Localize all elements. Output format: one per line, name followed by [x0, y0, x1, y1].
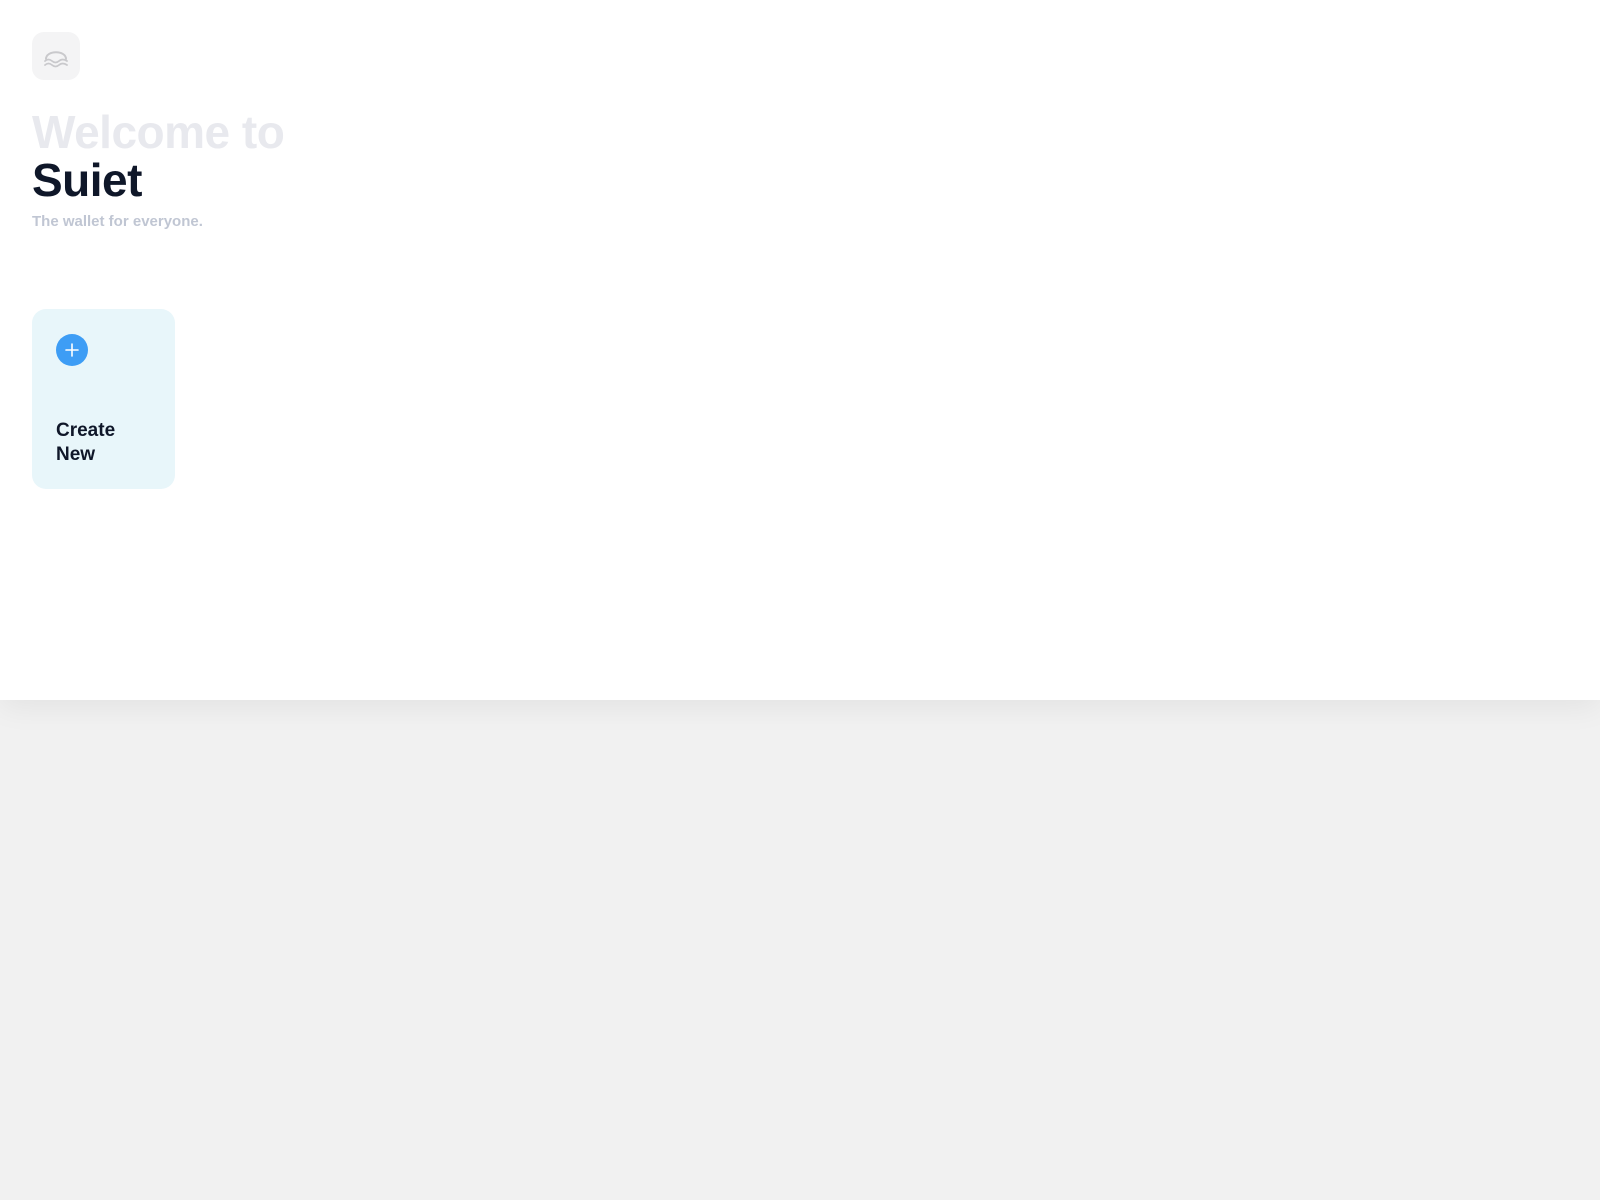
create-new-button[interactable]: Create New — [32, 309, 175, 489]
welcome-heading: Welcome to Suiet — [32, 106, 285, 206]
wave-logo-icon — [44, 51, 68, 68]
welcome-panel: Welcome to Suiet The wallet for everyone… — [0, 0, 1600, 700]
suiet-logo — [32, 32, 80, 80]
create-new-label: Create New — [56, 420, 116, 465]
welcome-heading-line1: Welcome to — [32, 106, 285, 158]
welcome-heading-brand: Suiet — [32, 154, 142, 206]
plus-icon — [56, 334, 88, 366]
tagline: The wallet for everyone. — [32, 213, 203, 230]
